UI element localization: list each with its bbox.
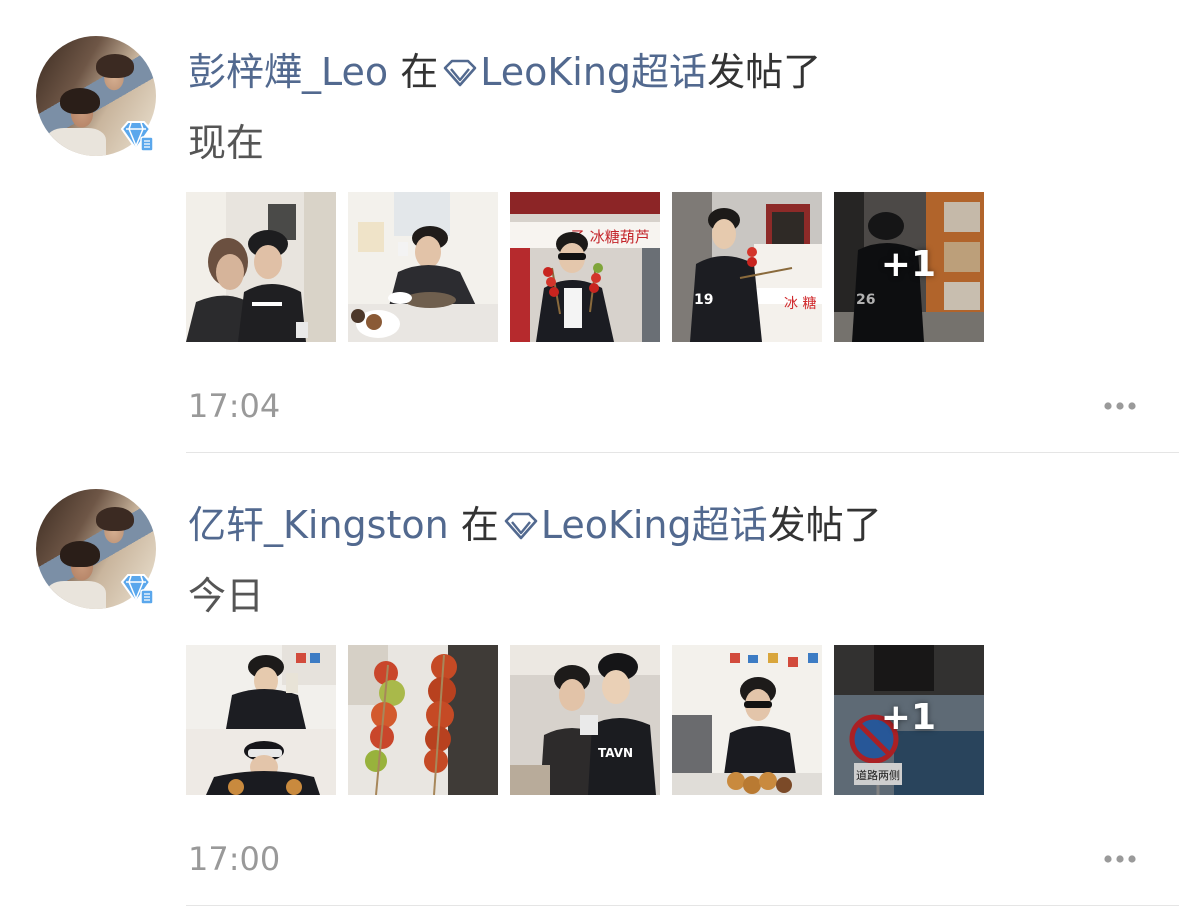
photo-thumbnail[interactable]: 冰 糖 19 <box>672 192 822 342</box>
photo-thumbnail[interactable] <box>348 645 498 795</box>
more-photos-count: +1 <box>880 244 936 285</box>
photo-thumbnail[interactable]: 道路两侧 +1 <box>834 645 984 795</box>
connector-text: 在 <box>388 50 439 94</box>
photo-thumbnail[interactable]: 子 冰糖葫芦 <box>510 192 660 342</box>
feed-post[interactable]: 亿轩_Kingston 在 LeoKing超话发帖了 今日 TAVN +1 17… <box>0 453 1179 906</box>
post-time: 17:04 <box>188 387 281 425</box>
photo-thumbnail[interactable]: 26 +1 <box>834 192 984 342</box>
post-text: 现在 <box>188 121 265 165</box>
photo-thumbnail[interactable] <box>672 645 822 795</box>
connector-text: 在 <box>448 503 499 547</box>
diamond-icon <box>443 59 477 87</box>
photo-thumbnail[interactable]: TAVN <box>510 645 660 795</box>
svg-text:19: 19 <box>694 292 713 308</box>
topic-link[interactable]: LeoKing超话 <box>541 503 768 547</box>
avatar-photo-detail <box>46 581 106 609</box>
photo-thumbnail[interactable] <box>348 192 498 342</box>
post-time: 17:00 <box>188 840 281 878</box>
photo-thumbnail[interactable] <box>186 192 336 342</box>
post-text: 今日 <box>188 574 265 618</box>
avatar-photo-detail <box>96 54 134 78</box>
more-dots-icon[interactable] <box>1100 396 1140 416</box>
post-header: 亿轩_Kingston 在 LeoKing超话发帖了 <box>188 495 882 555</box>
feed-post[interactable]: 彭梓燁_Leo 在 LeoKing超话发帖了 现在 子 冰糖葫芦 冰 糖 19 … <box>0 0 1179 453</box>
action-text: 发帖了 <box>767 503 882 547</box>
stall-sign-text: 冰 糖 <box>784 296 816 312</box>
svg-text:TAVN: TAVN <box>598 746 633 760</box>
author-name[interactable]: 彭梓燁_Leo <box>188 50 388 94</box>
diamond-icon <box>504 512 538 540</box>
action-text: 发帖了 <box>707 50 822 94</box>
photo-thumbnail[interactable] <box>186 645 336 795</box>
avatar-photo-detail <box>46 128 106 156</box>
more-dots-icon[interactable] <box>1100 849 1140 869</box>
more-photos-count: +1 <box>880 697 936 738</box>
avatar-photo-detail <box>60 88 100 114</box>
avatar-photo-detail <box>60 541 100 567</box>
divider <box>186 905 1179 906</box>
diamond-badge-icon <box>120 574 154 605</box>
post-header: 彭梓燁_Leo 在 LeoKing超话发帖了 <box>188 42 821 102</box>
diamond-badge-icon <box>120 121 154 152</box>
avatar-photo-detail <box>96 507 134 531</box>
topic-link[interactable]: LeoKing超话 <box>480 50 707 94</box>
author-name[interactable]: 亿轩_Kingston <box>188 503 449 547</box>
